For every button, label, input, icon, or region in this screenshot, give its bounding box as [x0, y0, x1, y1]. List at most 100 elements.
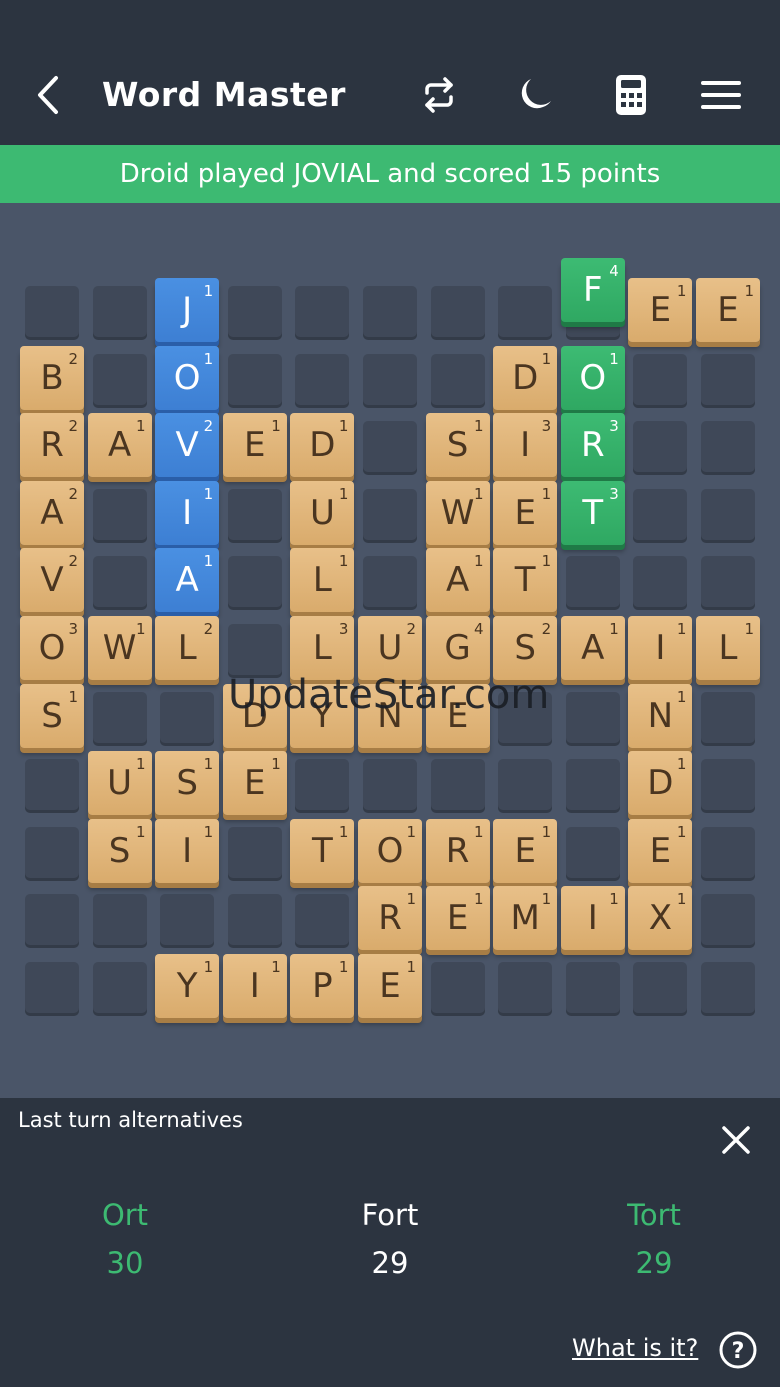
- letter-tile[interactable]: J1: [155, 278, 220, 342]
- letter-tile[interactable]: E1: [628, 818, 693, 883]
- letter-tile[interactable]: L1: [290, 548, 355, 613]
- letter-tile[interactable]: D1: [493, 345, 558, 410]
- letter-tile[interactable]: D1: [628, 751, 693, 816]
- letter-tile[interactable]: N1: [628, 683, 693, 748]
- letter-tile[interactable]: E1: [425, 886, 490, 951]
- board-cell[interactable]: [295, 353, 350, 408]
- letter-tile[interactable]: U2: [358, 616, 422, 680]
- calculator-button[interactable]: [604, 68, 658, 122]
- letter-tile[interactable]: R1: [425, 818, 490, 883]
- letter-tile[interactable]: T3: [560, 480, 625, 545]
- board-cell[interactable]: [92, 286, 147, 340]
- board-cell[interactable]: [295, 286, 350, 340]
- letter-tile[interactable]: A1: [560, 616, 625, 680]
- letter-tile[interactable]: S1: [87, 818, 152, 883]
- letter-tile[interactable]: E1: [493, 480, 558, 545]
- letter-tile[interactable]: I1: [155, 818, 220, 883]
- board-cell[interactable]: [701, 962, 755, 1016]
- letter-tile[interactable]: S1: [425, 413, 490, 478]
- letter-tile[interactable]: M1: [493, 886, 558, 951]
- board-cell[interactable]: [701, 488, 755, 543]
- board-cell[interactable]: [430, 962, 485, 1016]
- board-cell[interactable]: [363, 421, 417, 476]
- letter-tile[interactable]: I3: [493, 413, 558, 478]
- letter-tile[interactable]: I1: [628, 616, 693, 680]
- board-cell[interactable]: [25, 962, 79, 1016]
- board-cell[interactable]: [701, 421, 755, 476]
- board-cell[interactable]: [565, 691, 620, 746]
- board-cell[interactable]: [701, 894, 755, 949]
- letter-tile[interactable]: E1: [493, 818, 558, 883]
- board-cell[interactable]: [295, 759, 350, 814]
- alternative-fort[interactable]: Fort 29: [300, 1198, 480, 1280]
- night-mode-button[interactable]: [508, 68, 562, 122]
- letter-tile[interactable]: O3: [20, 616, 84, 680]
- board-cell[interactable]: [363, 353, 417, 408]
- letter-tile[interactable]: U1: [87, 751, 152, 816]
- board-cell[interactable]: [701, 759, 755, 814]
- board-cell[interactable]: [701, 691, 755, 746]
- letter-tile[interactable]: R3: [560, 413, 625, 478]
- letter-tile[interactable]: F4: [560, 258, 625, 322]
- board-cell[interactable]: [92, 691, 147, 746]
- letter-tile[interactable]: O1: [560, 345, 625, 410]
- board-cell[interactable]: [430, 759, 485, 814]
- letter-tile[interactable]: S1: [20, 683, 84, 748]
- letter-tile[interactable]: O1: [358, 818, 422, 883]
- board-cell[interactable]: [363, 286, 417, 340]
- board-cell[interactable]: [498, 286, 553, 340]
- board-cell[interactable]: [160, 894, 215, 949]
- letter-tile[interactable]: T1: [290, 818, 355, 883]
- board-cell[interactable]: [227, 353, 282, 408]
- board-cell[interactable]: [92, 556, 147, 611]
- what-is-it-link[interactable]: What is it?: [572, 1334, 698, 1362]
- board-cell[interactable]: [633, 556, 688, 611]
- help-button[interactable]: ?: [718, 1330, 758, 1370]
- letter-tile[interactable]: W1: [425, 480, 490, 545]
- board-cell[interactable]: [25, 759, 79, 814]
- board-cell[interactable]: [92, 353, 147, 408]
- letter-tile[interactable]: P1: [290, 954, 355, 1018]
- board-cell[interactable]: [160, 691, 215, 746]
- letter-tile[interactable]: G4: [425, 616, 490, 680]
- board-cell[interactable]: [701, 556, 755, 611]
- board-cell[interactable]: [227, 286, 282, 340]
- board-cell[interactable]: [92, 894, 147, 949]
- letter-tile[interactable]: B2: [20, 345, 84, 410]
- letter-tile[interactable]: L1: [696, 616, 760, 680]
- board-cell[interactable]: [633, 962, 688, 1016]
- letter-tile[interactable]: E1: [696, 278, 760, 342]
- board-cell[interactable]: [92, 962, 147, 1016]
- board-cell[interactable]: [227, 894, 282, 949]
- board-cell[interactable]: [25, 894, 79, 949]
- letter-tile[interactable]: D1: [290, 413, 355, 478]
- letter-tile[interactable]: E1: [358, 954, 422, 1018]
- back-button[interactable]: [30, 72, 70, 118]
- letter-tile[interactable]: S1: [155, 751, 220, 816]
- letter-tile[interactable]: U1: [290, 480, 355, 545]
- board-cell[interactable]: [565, 962, 620, 1016]
- letter-tile[interactable]: V2: [155, 413, 220, 478]
- letter-tile[interactable]: A1: [425, 548, 490, 613]
- board-cell[interactable]: [633, 488, 688, 543]
- letter-tile[interactable]: I1: [560, 886, 625, 951]
- board-cell[interactable]: [498, 759, 553, 814]
- board-cell[interactable]: [701, 353, 755, 408]
- letter-tile[interactable]: T1: [493, 548, 558, 613]
- menu-button[interactable]: [694, 68, 748, 122]
- letter-tile[interactable]: W1: [87, 616, 152, 680]
- board-cell[interactable]: [25, 286, 79, 340]
- board-cell[interactable]: [363, 488, 417, 543]
- board-cell[interactable]: [227, 624, 282, 678]
- letter-tile[interactable]: A1: [87, 413, 152, 478]
- board-cell[interactable]: [227, 488, 282, 543]
- board-cell[interactable]: [701, 826, 755, 881]
- letter-tile[interactable]: L3: [290, 616, 355, 680]
- letter-tile[interactable]: E1: [222, 751, 287, 816]
- board-cell[interactable]: [430, 286, 485, 340]
- letter-tile[interactable]: R1: [358, 886, 422, 951]
- board-cell[interactable]: [363, 759, 417, 814]
- board-cell[interactable]: [227, 556, 282, 611]
- close-button[interactable]: [716, 1120, 756, 1160]
- letter-tile[interactable]: X1: [628, 886, 693, 951]
